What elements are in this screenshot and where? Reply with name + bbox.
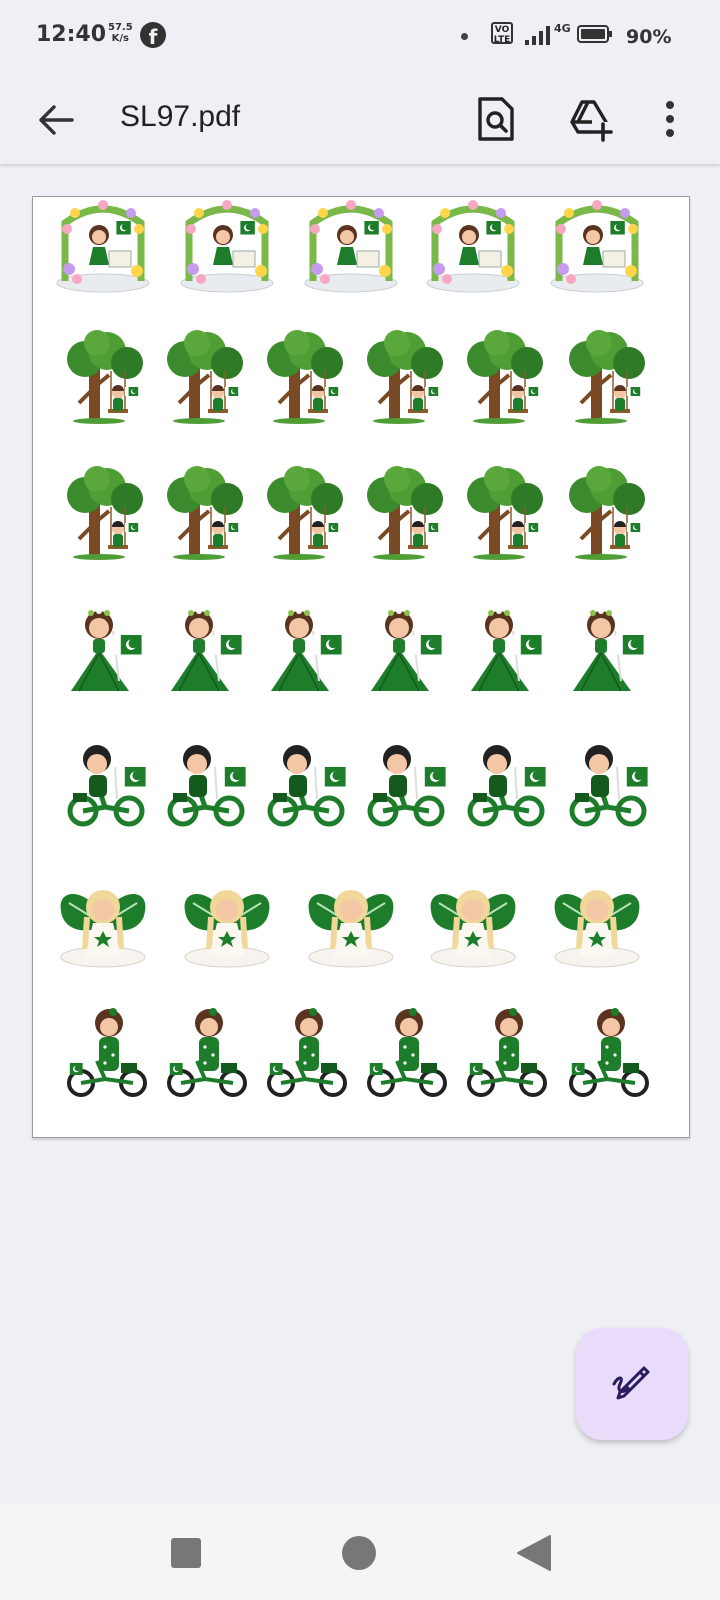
arrow-left-icon[interactable] (36, 100, 76, 140)
fairy-green-wings-sticker (55, 877, 151, 973)
facebook-icon: f (140, 22, 166, 49)
girl-on-bicycle-sticker (561, 1003, 657, 1099)
tree-swing-girl-sticker (561, 329, 657, 425)
girl-on-bicycle-sticker (459, 1003, 555, 1099)
girl-on-swing-floral-arch-sticker (425, 199, 521, 295)
pdf-page[interactable] (32, 196, 690, 1138)
circle-home-icon[interactable] (342, 1536, 376, 1570)
notification-dot-icon (461, 33, 468, 40)
boy-on-bike-flag-sticker (561, 737, 657, 833)
more-vert-icon[interactable] (660, 96, 680, 142)
document-title: SL97.pdf (120, 100, 241, 133)
network-speed-unit: K/s (111, 33, 130, 44)
girl-green-dress-flag-sticker (159, 601, 255, 697)
girl-green-dress-flag-sticker (259, 601, 355, 697)
boy-on-bike-flag-sticker (59, 737, 155, 833)
girl-on-swing-floral-arch-sticker (179, 199, 275, 295)
tree-swing-girl-sticker (259, 329, 355, 425)
battery-icon (577, 25, 612, 43)
boy-on-bike-flag-sticker (459, 737, 555, 833)
girl-green-dress-flag-sticker (561, 601, 657, 697)
tree-swing-girl-sticker (159, 329, 255, 425)
tree-swing-boy-sticker (459, 465, 555, 561)
volte-label-2: LTE (493, 35, 511, 45)
battery-percent: 90% (626, 26, 672, 48)
tree-swing-boy-sticker (59, 465, 155, 561)
fairy-green-wings-sticker (425, 877, 521, 973)
tree-swing-boy-sticker (159, 465, 255, 561)
network-type: 4G (554, 22, 571, 35)
girl-on-swing-floral-arch-sticker (549, 199, 645, 295)
status-time: 12:40 (36, 22, 107, 47)
triangle-back-icon[interactable] (516, 1534, 552, 1572)
tree-swing-boy-sticker (359, 465, 455, 561)
girl-on-bicycle-sticker (159, 1003, 255, 1099)
fairy-green-wings-sticker (179, 877, 275, 973)
edit-pen-icon (612, 1366, 650, 1400)
tree-swing-girl-sticker (359, 329, 455, 425)
document-search-icon[interactable] (476, 96, 516, 142)
volte-icon: VO LTE (491, 22, 513, 45)
girl-on-swing-floral-arch-sticker (303, 199, 399, 295)
boy-on-bike-flag-sticker (259, 737, 355, 833)
network-speed: 57.5 K/s (108, 22, 133, 44)
tree-swing-boy-sticker (259, 465, 355, 561)
tree-swing-girl-sticker (59, 329, 155, 425)
status-bar: 12:40 57.5 K/s f VO LTE 4G 90% (0, 0, 720, 72)
fairy-green-wings-sticker (549, 877, 645, 973)
tree-swing-girl-sticker (459, 329, 555, 425)
tree-swing-boy-sticker (561, 465, 657, 561)
girl-green-dress-flag-sticker (459, 601, 555, 697)
boy-on-bike-flag-sticker (159, 737, 255, 833)
network-speed-value: 57.5 (108, 22, 133, 33)
girl-green-dress-flag-sticker (359, 601, 455, 697)
boy-on-bike-flag-sticker (359, 737, 455, 833)
girl-on-bicycle-sticker (59, 1003, 155, 1099)
navigation-bar (0, 1504, 720, 1600)
girl-on-bicycle-sticker (259, 1003, 355, 1099)
edit-button[interactable] (576, 1328, 688, 1440)
app-bar: SL97.pdf (0, 72, 720, 164)
volte-label-1: VO (494, 25, 510, 35)
signal-icon (525, 26, 550, 45)
girl-on-swing-floral-arch-sticker (55, 199, 151, 295)
girl-on-bicycle-sticker (359, 1003, 455, 1099)
girl-green-dress-flag-sticker (59, 601, 155, 697)
square-recents-icon[interactable] (171, 1538, 201, 1568)
fairy-green-wings-sticker (303, 877, 399, 973)
add-to-drive-icon[interactable] (568, 96, 614, 142)
